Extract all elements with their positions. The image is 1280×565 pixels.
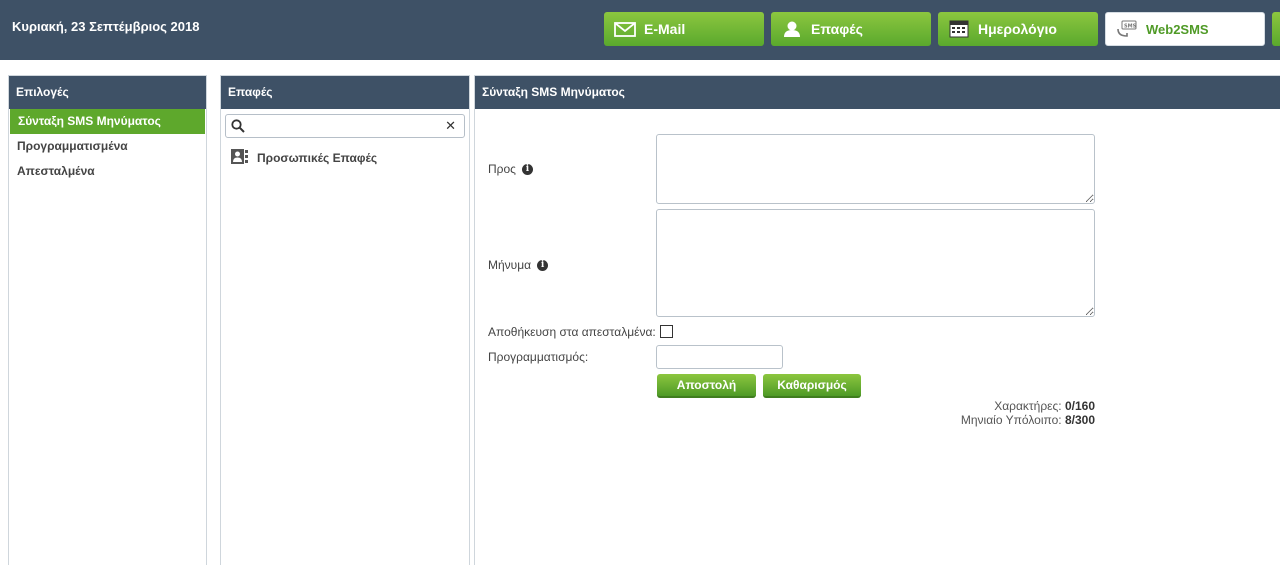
option-label: Προγραμματισμένα: [17, 139, 128, 153]
envelope-icon: [614, 20, 636, 38]
option-compose-sms[interactable]: Σύνταξη SMS Μηνύματος: [10, 109, 205, 134]
nav-email-button[interactable]: E-Mail: [604, 12, 764, 46]
option-label: Σύνταξη SMS Μηνύματος: [18, 114, 161, 128]
message-label-text: Μήνυμα: [488, 258, 532, 272]
sms-stats: Χαρακτήρες: 0/160 Μηνιαίο Υπόλοιπο: 8/30…: [961, 399, 1095, 427]
info-icon[interactable]: i: [521, 164, 533, 176]
nav-contacts-label: Επαφές: [811, 21, 863, 37]
contacts-panel: Επαφές ✕ Προσωπικές Επαφές: [220, 75, 470, 565]
current-date: Κυριακή, 23 Σεπτέμβριος 2018: [12, 19, 200, 34]
option-label: Απεσταλμένα: [17, 164, 95, 178]
nav-web2sms-button[interactable]: SMS Web2SMS: [1105, 12, 1265, 46]
options-title: Επιλογές: [9, 76, 206, 109]
to-label-text: Προς: [488, 162, 516, 176]
send-button[interactable]: Αποστολή: [657, 374, 756, 398]
nav-calendar-label: Ημερολόγιο: [978, 21, 1057, 37]
option-sent[interactable]: Απεσταλμένα: [9, 159, 206, 184]
sms-icon: SMS: [1116, 20, 1138, 38]
options-panel: Επιλογές Σύνταξη SMS Μηνύματος Προγραμμα…: [8, 75, 207, 565]
chars-counter: Χαρακτήρες: 0/160: [961, 399, 1095, 413]
contact-search-input[interactable]: [250, 117, 444, 137]
nav-more-button[interactable]: [1272, 12, 1280, 46]
calendar-icon: [948, 20, 970, 38]
message-field[interactable]: [656, 209, 1095, 317]
balance-counter: Μηνιαίο Υπόλοιπο: 8/300: [961, 413, 1095, 427]
address-book-icon: [231, 149, 248, 167]
contacts-title: Επαφές: [221, 76, 469, 109]
contact-search-box: ✕: [225, 114, 465, 138]
nav-contacts-button[interactable]: Επαφές: [771, 12, 931, 46]
clear-search-icon[interactable]: ✕: [445, 118, 456, 134]
schedule-input[interactable]: [656, 345, 783, 369]
nav-email-label: E-Mail: [644, 21, 686, 37]
contact-person-icon: [781, 20, 803, 38]
chars-value: 0/160: [1064, 399, 1095, 413]
nav-web2sms-label: Web2SMS: [1146, 21, 1209, 37]
balance-value: 8/300: [1064, 413, 1095, 427]
top-bar: Κυριακή, 23 Σεπτέμβριος 2018 E-Mail Επαφ…: [0, 0, 1280, 60]
search-icon: [231, 119, 245, 136]
compose-form: Προς i Μήνυμα i Αποθήκευση στα απεσταλμένα…: [475, 109, 1105, 509]
compose-title: Σύνταξη SMS Μηνύματος: [475, 76, 1280, 109]
svg-text:SMS: SMS: [1124, 24, 1137, 30]
info-icon[interactable]: i: [537, 260, 549, 272]
nav-calendar-button[interactable]: Ημερολόγιο: [938, 12, 1098, 46]
schedule-label: Προγραμματισμός:: [488, 350, 589, 364]
clear-button[interactable]: Καθαρισμός: [763, 374, 861, 398]
save-sent-label: Αποθήκευση στα απεσταλμένα:: [488, 325, 656, 339]
message-label: Μήνυμα i: [488, 258, 549, 272]
chars-label: Χαρακτήρες:: [994, 399, 1062, 413]
save-sent-checkbox[interactable]: [660, 325, 673, 338]
to-field[interactable]: [656, 134, 1095, 204]
compose-panel: Σύνταξη SMS Μηνύματος Προς i Μήνυμα i Αποθ…: [474, 75, 1280, 565]
to-label: Προς i: [488, 162, 533, 176]
option-scheduled[interactable]: Προγραμματισμένα: [9, 134, 206, 159]
balance-label: Μηνιαίο Υπόλοιπο:: [960, 413, 1062, 427]
contact-group-personal[interactable]: Προσωπικές Επαφές: [231, 149, 469, 167]
contact-group-label: Προσωπικές Επαφές: [257, 151, 378, 165]
